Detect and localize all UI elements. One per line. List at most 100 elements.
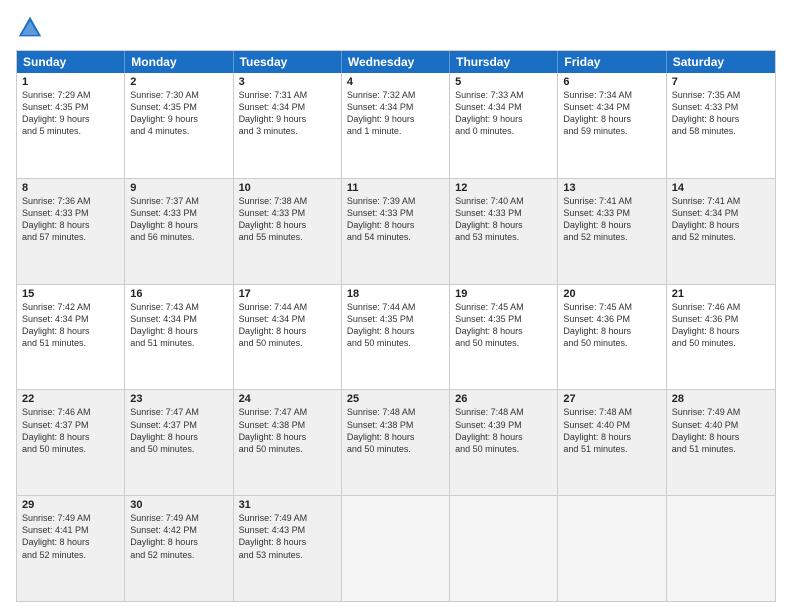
cell-line: Sunrise: 7:40 AM bbox=[455, 195, 552, 207]
cell-line: and 51 minutes. bbox=[130, 337, 227, 349]
calendar-row: 1Sunrise: 7:29 AMSunset: 4:35 PMDaylight… bbox=[17, 73, 775, 178]
cell-line: and 50 minutes. bbox=[455, 337, 552, 349]
cell-line: Daylight: 8 hours bbox=[22, 219, 119, 231]
day-number: 2 bbox=[130, 76, 227, 88]
cell-line: Sunrise: 7:39 AM bbox=[347, 195, 444, 207]
calendar-cell: 2Sunrise: 7:30 AMSunset: 4:35 PMDaylight… bbox=[125, 73, 233, 178]
cell-line: Daylight: 8 hours bbox=[455, 431, 552, 443]
cell-line: Sunrise: 7:34 AM bbox=[563, 89, 660, 101]
cell-line: Sunset: 4:40 PM bbox=[563, 419, 660, 431]
cell-line: Sunrise: 7:30 AM bbox=[130, 89, 227, 101]
calendar-cell: 28Sunrise: 7:49 AMSunset: 4:40 PMDayligh… bbox=[667, 390, 775, 495]
weekday-header: Wednesday bbox=[342, 51, 450, 73]
logo-icon bbox=[16, 14, 44, 42]
day-number: 14 bbox=[672, 182, 770, 194]
cell-line: Sunrise: 7:46 AM bbox=[672, 301, 770, 313]
cell-line: Sunset: 4:34 PM bbox=[672, 207, 770, 219]
calendar-cell: 9Sunrise: 7:37 AMSunset: 4:33 PMDaylight… bbox=[125, 179, 233, 284]
calendar-cell: 20Sunrise: 7:45 AMSunset: 4:36 PMDayligh… bbox=[558, 285, 666, 390]
calendar-cell: 18Sunrise: 7:44 AMSunset: 4:35 PMDayligh… bbox=[342, 285, 450, 390]
cell-line: Daylight: 8 hours bbox=[22, 536, 119, 548]
weekday-header: Sunday bbox=[17, 51, 125, 73]
cell-line: Daylight: 8 hours bbox=[672, 113, 770, 125]
cell-line: and 50 minutes. bbox=[347, 337, 444, 349]
cell-line: Sunset: 4:33 PM bbox=[130, 207, 227, 219]
cell-line: and 56 minutes. bbox=[130, 231, 227, 243]
cell-line: Sunset: 4:39 PM bbox=[455, 419, 552, 431]
weekday-header: Tuesday bbox=[234, 51, 342, 73]
calendar-cell: 13Sunrise: 7:41 AMSunset: 4:33 PMDayligh… bbox=[558, 179, 666, 284]
cell-line: Sunrise: 7:33 AM bbox=[455, 89, 552, 101]
cell-line: Sunrise: 7:44 AM bbox=[239, 301, 336, 313]
day-number: 4 bbox=[347, 76, 444, 88]
cell-line: Daylight: 8 hours bbox=[455, 325, 552, 337]
cell-line: Sunrise: 7:41 AM bbox=[672, 195, 770, 207]
cell-line: and 52 minutes. bbox=[563, 231, 660, 243]
calendar-cell: 11Sunrise: 7:39 AMSunset: 4:33 PMDayligh… bbox=[342, 179, 450, 284]
cell-line: Sunrise: 7:41 AM bbox=[563, 195, 660, 207]
calendar-header: SundayMondayTuesdayWednesdayThursdayFrid… bbox=[17, 51, 775, 73]
day-number: 12 bbox=[455, 182, 552, 194]
cell-line: Daylight: 8 hours bbox=[130, 325, 227, 337]
cell-line: Sunrise: 7:45 AM bbox=[455, 301, 552, 313]
cell-line: Sunset: 4:35 PM bbox=[22, 101, 119, 113]
cell-line: Sunset: 4:33 PM bbox=[563, 207, 660, 219]
cell-line: and 50 minutes. bbox=[347, 443, 444, 455]
cell-line: Sunrise: 7:37 AM bbox=[130, 195, 227, 207]
cell-line: Sunset: 4:33 PM bbox=[22, 207, 119, 219]
cell-line: and 51 minutes. bbox=[672, 443, 770, 455]
cell-line: Sunrise: 7:48 AM bbox=[347, 406, 444, 418]
cell-line: Daylight: 9 hours bbox=[130, 113, 227, 125]
cell-line: Daylight: 8 hours bbox=[239, 325, 336, 337]
cell-line: Sunset: 4:36 PM bbox=[563, 313, 660, 325]
cell-line: Sunrise: 7:43 AM bbox=[130, 301, 227, 313]
cell-line: and 59 minutes. bbox=[563, 125, 660, 137]
cell-line: Sunrise: 7:49 AM bbox=[22, 512, 119, 524]
cell-line: Daylight: 8 hours bbox=[239, 536, 336, 548]
cell-line: Daylight: 8 hours bbox=[672, 431, 770, 443]
day-number: 21 bbox=[672, 288, 770, 300]
cell-line: Sunset: 4:38 PM bbox=[239, 419, 336, 431]
cell-line: Daylight: 8 hours bbox=[22, 431, 119, 443]
cell-line: Daylight: 8 hours bbox=[130, 219, 227, 231]
cell-line: Daylight: 8 hours bbox=[347, 219, 444, 231]
day-number: 11 bbox=[347, 182, 444, 194]
day-number: 17 bbox=[239, 288, 336, 300]
cell-line: and 55 minutes. bbox=[239, 231, 336, 243]
cell-line: Sunset: 4:35 PM bbox=[455, 313, 552, 325]
day-number: 1 bbox=[22, 76, 119, 88]
cell-line: and 53 minutes. bbox=[455, 231, 552, 243]
day-number: 30 bbox=[130, 499, 227, 511]
cell-line: and 54 minutes. bbox=[347, 231, 444, 243]
cell-line: Sunset: 4:33 PM bbox=[239, 207, 336, 219]
cell-line: Sunset: 4:35 PM bbox=[347, 313, 444, 325]
cell-line: Sunrise: 7:42 AM bbox=[22, 301, 119, 313]
cell-line: Sunset: 4:38 PM bbox=[347, 419, 444, 431]
cell-line: Daylight: 9 hours bbox=[347, 113, 444, 125]
cell-line: and 50 minutes. bbox=[563, 337, 660, 349]
calendar-cell bbox=[450, 496, 558, 601]
header bbox=[16, 14, 776, 42]
cell-line: Daylight: 9 hours bbox=[239, 113, 336, 125]
day-number: 19 bbox=[455, 288, 552, 300]
calendar-cell: 14Sunrise: 7:41 AMSunset: 4:34 PMDayligh… bbox=[667, 179, 775, 284]
weekday-header: Monday bbox=[125, 51, 233, 73]
cell-line: Sunrise: 7:47 AM bbox=[239, 406, 336, 418]
cell-line: Sunrise: 7:48 AM bbox=[455, 406, 552, 418]
cell-line: Sunrise: 7:45 AM bbox=[563, 301, 660, 313]
weekday-header: Friday bbox=[558, 51, 666, 73]
cell-line: and 50 minutes. bbox=[239, 443, 336, 455]
day-number: 26 bbox=[455, 393, 552, 405]
cell-line: Sunset: 4:33 PM bbox=[672, 101, 770, 113]
day-number: 23 bbox=[130, 393, 227, 405]
cell-line: Sunset: 4:34 PM bbox=[239, 313, 336, 325]
cell-line: Sunset: 4:34 PM bbox=[455, 101, 552, 113]
day-number: 18 bbox=[347, 288, 444, 300]
calendar-cell: 6Sunrise: 7:34 AMSunset: 4:34 PMDaylight… bbox=[558, 73, 666, 178]
cell-line: Sunset: 4:34 PM bbox=[22, 313, 119, 325]
cell-line: and 50 minutes. bbox=[239, 337, 336, 349]
calendar-row: 29Sunrise: 7:49 AMSunset: 4:41 PMDayligh… bbox=[17, 495, 775, 601]
cell-line: Daylight: 8 hours bbox=[347, 325, 444, 337]
cell-line: Daylight: 8 hours bbox=[672, 325, 770, 337]
cell-line: Sunset: 4:40 PM bbox=[672, 419, 770, 431]
